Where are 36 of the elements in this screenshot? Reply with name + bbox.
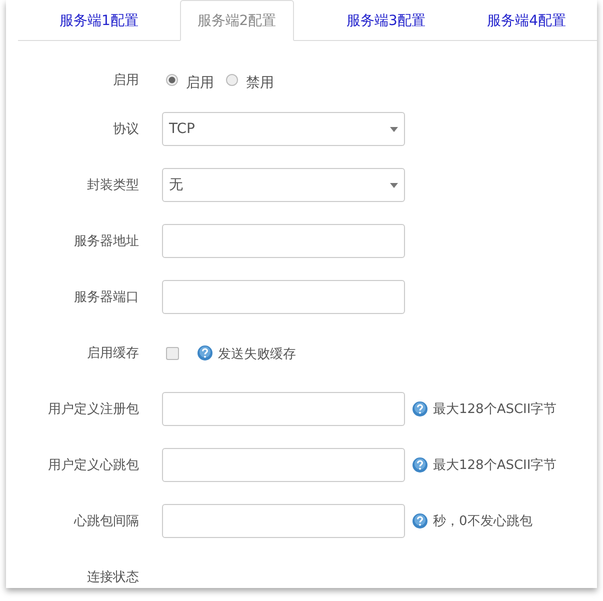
radio-button[interactable] <box>166 74 178 86</box>
tab[interactable]: 服务端4配置 <box>456 0 597 41</box>
radio-label: 启用 <box>186 74 214 92</box>
field-label: 启用 <box>112 72 139 89</box>
field-label: 协议 <box>112 121 139 138</box>
help-icon <box>412 457 428 473</box>
input-field[interactable] <box>162 504 405 538</box>
field-label: 用户定义注册包 <box>47 401 139 418</box>
input-field[interactable] <box>162 224 405 258</box>
tab[interactable]: 服务端3配置 <box>316 0 456 41</box>
field-label: 启用缓存 <box>86 345 139 362</box>
help-text: 发送失败缓存 <box>218 346 296 363</box>
field-label: 用户定义心跳包 <box>47 457 139 474</box>
dropdown[interactable]: 无 <box>162 168 405 202</box>
field-label: 封装类型 <box>86 177 139 194</box>
input-field[interactable] <box>162 392 405 426</box>
tab[interactable]: 服务端2配置 <box>180 0 294 41</box>
help-text: 最大128个ASCII字节 <box>433 401 557 418</box>
help-text: 最大128个ASCII字节 <box>433 457 557 474</box>
checkbox[interactable] <box>166 346 179 360</box>
field-label: 服务器地址 <box>73 233 139 250</box>
tab[interactable]: 服务端1配置 <box>18 0 180 41</box>
field-label: 连接状态 <box>86 569 139 586</box>
caret-icon <box>390 126 398 132</box>
input-field[interactable] <box>162 448 405 482</box>
help-icon <box>197 345 213 361</box>
dropdown[interactable]: TCP <box>162 112 405 146</box>
field-label: 服务器端口 <box>73 289 139 306</box>
input-field[interactable] <box>162 280 405 314</box>
radio-label: 禁用 <box>246 74 274 92</box>
caret-icon <box>390 182 398 188</box>
field-label: 心跳包间隔 <box>72 513 139 530</box>
help-icon <box>412 513 428 529</box>
help-icon <box>412 401 428 417</box>
radio-button[interactable] <box>226 74 238 86</box>
help-text: 秒，0不发心跳包 <box>433 513 532 530</box>
